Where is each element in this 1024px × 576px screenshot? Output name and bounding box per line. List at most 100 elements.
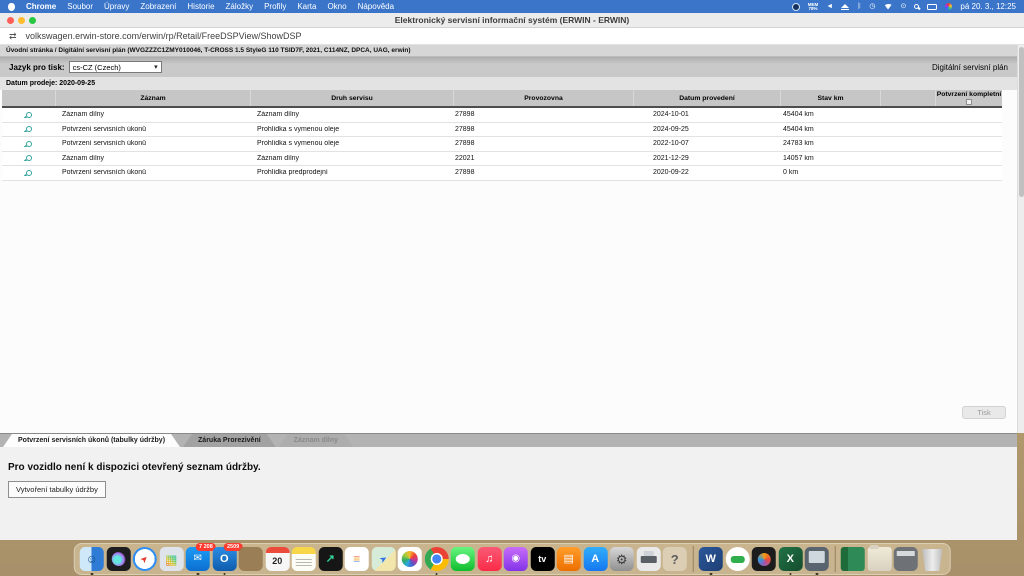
dock-icon-reminders[interactable]: ≡ (344, 547, 369, 571)
cell-provozovna: 22021 (455, 154, 475, 162)
dock-icon-car-app[interactable] (725, 547, 750, 571)
minimize-window-button[interactable] (18, 17, 25, 24)
mute-icon[interactable]: ◄ (826, 3, 833, 11)
dock-icon-outlook[interactable]: O 2509 (212, 543, 243, 571)
eject-icon[interactable] (841, 3, 850, 10)
view-record-magnifier-icon[interactable] (25, 169, 32, 176)
view-record-magnifier-icon[interactable] (25, 126, 32, 133)
dock-icon-photos[interactable] (397, 547, 422, 571)
cell-zaznam: Záznam dílny (62, 111, 105, 119)
maintenance-panel: Pro vozidlo není k dispozici otevřený se… (0, 447, 1017, 540)
dock-icon-chrome[interactable] (424, 547, 449, 571)
table-row[interactable]: Záznam dílny Záznam dílny 22021 2021-12-… (2, 151, 1002, 166)
user-account-icon[interactable]: ⊙ (901, 3, 907, 11)
spotlight-search-icon[interactable] (914, 4, 920, 9)
menu-karta[interactable]: Karta (297, 2, 316, 11)
scrollbar-thumb[interactable] (1019, 47, 1024, 197)
menu-okno[interactable]: Okno (327, 2, 346, 11)
dock-icon-green-stack[interactable] (840, 547, 865, 571)
bluetooth-icon[interactable]: ᛒ (857, 3, 861, 11)
tab-potvrzeni-servisnich-ukonu[interactable]: Potvrzení servisních úkonů (tabulky údrž… (3, 434, 180, 447)
sale-date: Datum prodeje: 2020-09-25 (0, 77, 1017, 90)
dock-icon-messages[interactable] (450, 547, 475, 571)
print-button[interactable]: Tisk (962, 406, 1006, 419)
dock-icon-music[interactable]: ♫ (477, 547, 502, 571)
language-selected-value: cs-CZ (Czech) (72, 62, 121, 72)
dock-icon-notes[interactable] (291, 547, 316, 571)
plan-title: Digitální servisní plán (931, 62, 1008, 72)
language-select[interactable]: cs-CZ (Czech) ▾ (68, 61, 162, 73)
browser-url-bar[interactable]: ⇄ volkswagen.erwin-store.com/erwin/rp/Re… (0, 28, 1024, 45)
menu-chrome[interactable]: Chrome (26, 2, 56, 11)
maintenance-message: Pro vozidlo není k dispozici otevřený se… (8, 462, 261, 473)
dock-icon-folder[interactable] (867, 545, 892, 571)
cell-stav: 45404 km (783, 125, 814, 133)
dock-icon-finder[interactable]: ☺ (79, 547, 104, 571)
dock-icon-scanner[interactable] (893, 547, 918, 571)
cell-zaznam: Potvrzení servisních úkonů (62, 125, 147, 133)
view-record-magnifier-icon[interactable] (25, 111, 32, 118)
dock-icon-siri[interactable] (106, 547, 131, 571)
menu-historie[interactable]: Historie (187, 2, 214, 11)
create-maintenance-table-button[interactable]: Vytvoření tabulky údržby (8, 481, 106, 498)
header-potvrzeni-label: Potvrzení kompletní (936, 91, 1002, 98)
table-row[interactable]: Záznam dílny Záznam dílny 27898 2024-10-… (2, 108, 1002, 123)
menu-upravy[interactable]: Úpravy (104, 2, 129, 11)
view-record-magnifier-icon[interactable] (25, 155, 32, 162)
table-row[interactable]: Potvrzení servisních úkonů Prohlídka pre… (2, 166, 1002, 181)
table-header-row: Záznam Druh servisu Provozovna Datum pro… (2, 90, 1002, 108)
close-window-button[interactable] (7, 17, 14, 24)
menu-zalozky[interactable]: Záložky (226, 2, 254, 11)
vertical-scrollbar[interactable] (1017, 45, 1024, 433)
menu-napoveda[interactable]: Nápověda (358, 2, 394, 11)
dock-icon-books[interactable]: ▤ (556, 547, 581, 571)
dock-icon-safari[interactable]: ➤ (132, 547, 157, 571)
time-machine-icon[interactable]: ◷ (869, 3, 875, 11)
dock-icon-panel-app[interactable] (804, 547, 829, 571)
dock-icon-maps[interactable]: ➤ (371, 547, 396, 571)
menu-bar-clock[interactable]: pá 20. 3., 12:25 (960, 2, 1016, 11)
dock-icon-word[interactable]: W (698, 547, 723, 571)
dock-separator (834, 546, 836, 572)
tab-zaruka-prorezivani[interactable]: Záruka Prorezivění (183, 434, 276, 447)
dock-icon-help[interactable]: ? (662, 547, 687, 571)
tab-switcher-icon[interactable]: ⇄ (9, 31, 17, 42)
dock-icon-apple-tv[interactable]: tv (530, 547, 555, 571)
table-row[interactable]: Potvrzení servisních úkonů Prohlídka s v… (2, 137, 1002, 152)
app-status-icon[interactable] (791, 2, 800, 11)
cell-druh: Prohlídka s vymenou oleje (257, 140, 340, 148)
dock-icon-app-store[interactable]: A (583, 547, 608, 571)
menu-profily[interactable]: Profily (264, 2, 286, 11)
dock: ☺ ➤ ▦ ✉ 7 208 O 2509 20 ↗ ≡ ➤ ♫ ◉ tv ▤ A ⚙… (73, 543, 951, 575)
confirm-complete-checkbox[interactable] (966, 99, 972, 105)
dock-icon-trash[interactable] (922, 549, 943, 571)
tab-zaznam-dilny: Záznam dílny (279, 434, 353, 447)
dock-icon-excel[interactable]: X (778, 547, 803, 571)
dock-icon-podcasts[interactable]: ◉ (503, 547, 528, 571)
cell-datum: 2024-09-25 (653, 125, 689, 133)
dock-icon-stocks[interactable]: ↗ (318, 547, 343, 571)
dock-icon-system-settings[interactable]: ⚙ (609, 547, 634, 571)
dock-icon-launchpad[interactable]: ▦ (159, 547, 184, 571)
cell-zaznam: Potvrzení servisních úkonů (62, 140, 147, 148)
menu-zobrazeni[interactable]: Zobrazení (140, 2, 176, 11)
menu-soubor[interactable]: Soubor (67, 2, 93, 11)
zoom-window-button[interactable] (29, 17, 36, 24)
cell-datum: 2024-10-01 (653, 111, 689, 119)
cell-druh: Prohlídka predprodejní (257, 169, 328, 177)
url-text[interactable]: volkswagen.erwin-store.com/erwin/rp/Reta… (26, 31, 302, 41)
wifi-icon[interactable] (883, 3, 893, 10)
dock-icon-mail[interactable]: ✉ 7 208 (185, 543, 216, 571)
header-empty-col (880, 90, 935, 106)
memory-indicator[interactable]: MEM 78% (808, 2, 819, 11)
apple-menu-icon[interactable] (8, 2, 15, 11)
dock-icon-calendar[interactable]: 20 (265, 547, 290, 571)
screen-sharing-indicator-icon[interactable] (945, 3, 953, 10)
view-record-magnifier-icon[interactable] (25, 140, 32, 147)
dock-icon-activity-app[interactable] (751, 547, 776, 571)
bottom-tab-bar: Potvrzení servisních úkonů (tabulky údrž… (0, 433, 1017, 447)
dock-icon-dimmed-app[interactable] (238, 547, 263, 571)
table-row[interactable]: Potvrzení servisních úkonů Prohlídka s v… (2, 122, 1002, 137)
display-icon[interactable] (927, 3, 938, 10)
dock-icon-printer[interactable] (636, 547, 661, 571)
